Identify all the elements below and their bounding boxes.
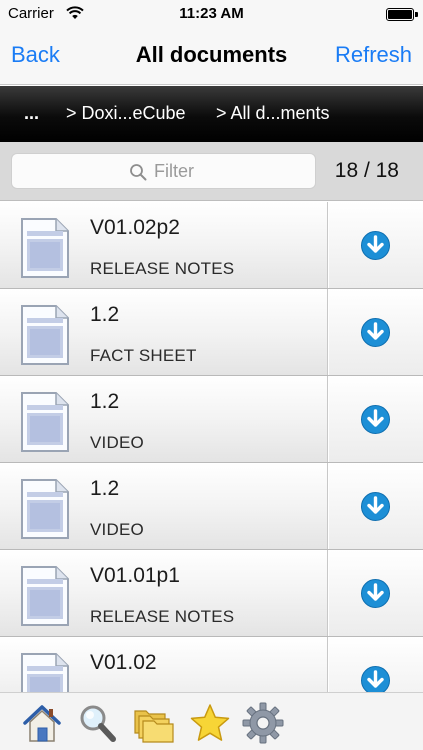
breadcrumb-item-all-documents[interactable]: > All d...ments bbox=[216, 103, 330, 124]
document-type: RELEASE NOTES bbox=[90, 607, 235, 626]
document-count: 18 / 18 bbox=[334, 159, 399, 182]
back-button[interactable]: Back bbox=[11, 42, 60, 68]
document-row[interactable]: V01.02 bbox=[0, 637, 423, 692]
home-icon[interactable] bbox=[19, 701, 65, 745]
document-icon bbox=[21, 305, 69, 365]
download-arrow-icon[interactable] bbox=[360, 491, 391, 522]
document-icon bbox=[21, 566, 69, 626]
document-row[interactable]: 1.2 VIDEO bbox=[0, 463, 423, 550]
download-arrow-icon[interactable] bbox=[360, 578, 391, 609]
document-version: V01.01p1 bbox=[90, 564, 180, 587]
search-icon[interactable] bbox=[75, 701, 121, 745]
filter-input[interactable] bbox=[154, 158, 304, 184]
download-cell[interactable] bbox=[329, 637, 423, 692]
document-cell[interactable]: 1.2 FACT SHEET bbox=[0, 289, 328, 375]
document-cell[interactable]: V01.02p2 RELEASE NOTES bbox=[0, 202, 328, 288]
refresh-button[interactable]: Refresh bbox=[335, 42, 412, 68]
navigation-bar: Back All documents Refresh bbox=[0, 28, 423, 85]
download-cell[interactable] bbox=[329, 376, 423, 462]
document-cell[interactable]: V01.02 bbox=[0, 637, 328, 692]
status-bar: Carrier 11:23 AM bbox=[0, 0, 423, 28]
document-type: VIDEO bbox=[90, 520, 144, 539]
search-icon bbox=[130, 164, 147, 181]
document-type: VIDEO bbox=[90, 433, 144, 452]
document-icon bbox=[21, 392, 69, 452]
document-version: V01.02 bbox=[90, 651, 157, 674]
download-arrow-icon[interactable] bbox=[360, 404, 391, 435]
download-cell[interactable] bbox=[329, 289, 423, 375]
document-cell[interactable]: V01.01p1 RELEASE NOTES bbox=[0, 550, 328, 636]
download-cell[interactable] bbox=[329, 202, 423, 288]
document-row[interactable]: V01.02p2 RELEASE NOTES bbox=[0, 202, 423, 289]
document-cell[interactable]: 1.2 VIDEO bbox=[0, 376, 328, 462]
battery-tip bbox=[415, 12, 418, 17]
document-cell[interactable]: 1.2 VIDEO bbox=[0, 463, 328, 549]
document-icon bbox=[21, 479, 69, 539]
tab-bar bbox=[0, 692, 423, 750]
breadcrumb-item-doxicube[interactable]: > Doxi...eCube bbox=[66, 103, 186, 124]
download-arrow-icon[interactable] bbox=[360, 317, 391, 348]
settings-gear-icon[interactable] bbox=[240, 701, 286, 745]
breadcrumb-root[interactable]: ... bbox=[24, 103, 39, 124]
download-cell[interactable] bbox=[329, 463, 423, 549]
document-icon bbox=[21, 218, 69, 278]
download-arrow-icon[interactable] bbox=[360, 230, 391, 261]
favorites-star-icon[interactable] bbox=[187, 701, 233, 745]
breadcrumb: ... > Doxi...eCube > All d...ments bbox=[0, 86, 423, 142]
document-row[interactable]: V01.01p1 RELEASE NOTES bbox=[0, 550, 423, 637]
filter-field[interactable] bbox=[11, 153, 316, 189]
document-type: FACT SHEET bbox=[90, 346, 197, 365]
document-type: RELEASE NOTES bbox=[90, 259, 235, 278]
document-list[interactable]: V01.02p2 RELEASE NOTES 1.2 FACT SHEET 1.… bbox=[0, 202, 423, 692]
document-row[interactable]: 1.2 VIDEO bbox=[0, 376, 423, 463]
document-row[interactable]: 1.2 FACT SHEET bbox=[0, 289, 423, 376]
filter-bar: 18 / 18 bbox=[0, 142, 423, 201]
document-version: 1.2 bbox=[90, 477, 120, 500]
download-cell[interactable] bbox=[329, 550, 423, 636]
document-version: 1.2 bbox=[90, 303, 120, 326]
document-version: 1.2 bbox=[90, 390, 120, 413]
document-icon bbox=[21, 653, 69, 692]
folders-icon[interactable] bbox=[131, 701, 177, 745]
document-version: V01.02p2 bbox=[90, 216, 180, 239]
download-arrow-icon[interactable] bbox=[360, 665, 391, 692]
battery-icon bbox=[386, 8, 414, 21]
clock: 11:23 AM bbox=[179, 5, 244, 22]
